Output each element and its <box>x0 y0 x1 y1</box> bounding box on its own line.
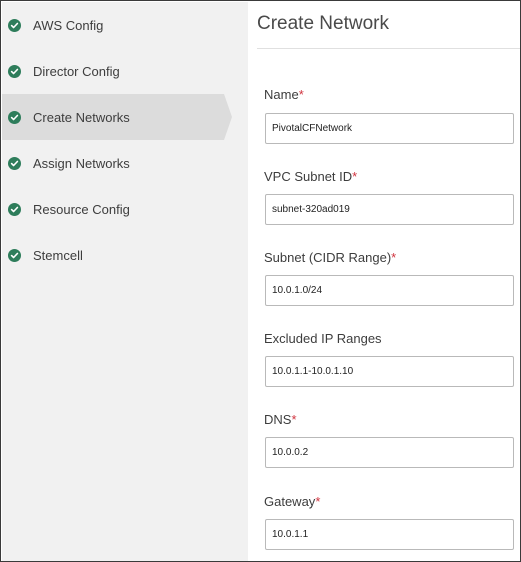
sidebar-item-assign-networks[interactable]: Assign Networks <box>2 140 248 186</box>
field-label-text: Excluded IP Ranges <box>264 331 382 346</box>
app-frame: AWS Config Director Config Create Networ… <box>0 0 521 562</box>
check-circle-icon <box>8 248 21 262</box>
field-label-text: Name <box>264 87 299 102</box>
name-label: Name* <box>264 87 304 102</box>
vpc-subnet-id-input[interactable] <box>265 194 514 225</box>
check-circle-icon <box>8 110 21 124</box>
gateway-input[interactable] <box>265 519 514 550</box>
sidebar-item-director-config[interactable]: Director Config <box>2 48 248 94</box>
main-panel: Create Network Name* VPC Subnet ID* Subn… <box>248 2 520 561</box>
sidebar: AWS Config Director Config Create Networ… <box>2 2 248 561</box>
sidebar-item-label: Resource Config <box>33 201 130 217</box>
subnet-cidr-label: Subnet (CIDR Range)* <box>264 250 396 265</box>
required-marker: * <box>315 494 321 509</box>
required-marker: * <box>298 87 304 102</box>
sidebar-item-label: Create Networks <box>33 109 130 125</box>
dns-label: DNS* <box>264 412 297 427</box>
check-circle-icon <box>8 156 21 170</box>
excluded-ip-ranges-label: Excluded IP Ranges <box>264 331 382 346</box>
excluded-ip-ranges-input[interactable] <box>265 356 514 387</box>
required-marker: * <box>352 169 358 184</box>
required-marker: * <box>291 412 297 427</box>
subnet-cidr-input[interactable] <box>265 275 514 306</box>
check-circle-icon <box>8 202 21 216</box>
field-label-text: VPC Subnet ID <box>264 169 353 184</box>
sidebar-item-label: Stemcell <box>33 247 83 263</box>
field-label-text: Gateway <box>264 494 316 509</box>
field-label-text: DNS <box>264 412 292 427</box>
required-marker: * <box>391 250 397 265</box>
sidebar-item-stemcell[interactable]: Stemcell <box>2 232 248 278</box>
sidebar-item-create-networks[interactable]: Create Networks <box>2 94 232 140</box>
sidebar-item-label: Assign Networks <box>33 155 130 171</box>
sidebar-item-aws-config[interactable]: AWS Config <box>2 2 248 48</box>
vpc-subnet-id-label: VPC Subnet ID* <box>264 169 357 184</box>
check-circle-icon <box>8 18 21 32</box>
page-title: Create Network <box>257 13 389 34</box>
title-divider <box>257 48 520 49</box>
sidebar-item-label: AWS Config <box>33 17 104 33</box>
check-circle-icon <box>8 64 21 78</box>
field-label-text: Subnet (CIDR Range) <box>264 250 392 265</box>
sidebar-item-resource-config[interactable]: Resource Config <box>2 186 248 232</box>
dns-input[interactable] <box>265 437 514 468</box>
gateway-label: Gateway* <box>264 494 320 509</box>
name-input[interactable] <box>265 113 514 144</box>
sidebar-item-label: Director Config <box>33 63 120 79</box>
